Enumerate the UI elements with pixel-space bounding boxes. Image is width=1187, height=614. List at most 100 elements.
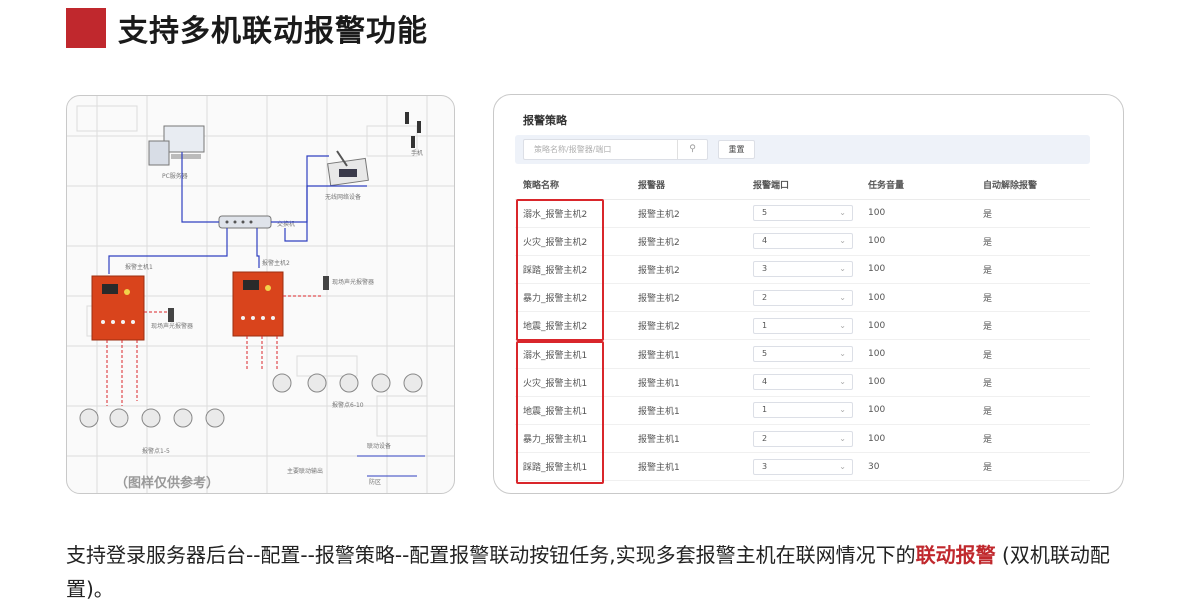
chevron-down-icon: ⌄ (839, 208, 846, 218)
page-title: 支持多机联动报警功能 (118, 14, 428, 49)
port-value: 2 (762, 433, 768, 443)
cell-device: 报警主机2 (630, 227, 745, 256)
cell-device: 报警主机1 (630, 396, 745, 426)
alarm-points-1-5 (79, 408, 225, 428)
cell-volume: 100 (860, 283, 975, 313)
alarm-points-6-10 (272, 373, 423, 393)
pc-server-icon (148, 125, 205, 166)
port-select[interactable]: 3 ⌄ (753, 458, 853, 475)
cell-device: 报警主机2 (630, 255, 745, 285)
cell-port: 2 ⌄ (745, 283, 860, 313)
label-siren-2: 现场声光报警器 (332, 278, 374, 286)
topology-diagram: PC服务器 无线网络设备 手机 交换机 报警主机1 报警主机2 现场声光报警器 … (66, 95, 455, 494)
col-header-volume: 任务音量 (860, 171, 975, 200)
cell-port: 3 ⌄ (745, 452, 860, 482)
port-value: 4 (762, 236, 768, 246)
label-host-1: 报警主机1 (125, 263, 153, 271)
col-header-auto: 自动解除报警 (975, 171, 1090, 200)
label-linkage: 联动设备 (367, 442, 391, 450)
port-select[interactable]: 4 ⌄ (753, 233, 853, 250)
cell-device: 报警主机1 (630, 339, 745, 369)
siren-icon (168, 308, 174, 322)
cell-volume: 100 (860, 311, 975, 341)
port-value: 2 (762, 292, 768, 302)
port-select[interactable]: 2 ⌄ (753, 289, 853, 306)
search-icon[interactable]: ⚲ (677, 140, 707, 159)
cell-volume: 100 (860, 255, 975, 285)
cell-port: 5 ⌄ (745, 339, 860, 369)
cell-port: 1 ⌄ (745, 311, 860, 341)
port-select[interactable]: 1 ⌄ (753, 317, 853, 334)
cell-device: 报警主机1 (630, 368, 745, 397)
cell-device: 报警主机1 (630, 452, 745, 482)
cell-port: 3 ⌄ (745, 255, 860, 285)
chevron-down-icon: ⌄ (839, 349, 846, 359)
cell-auto-clear: 是 (975, 396, 1090, 426)
description: 支持登录服务器后台--配置--报警策略--配置报警联动按钮任务,实现多套报警主机… (66, 538, 1126, 606)
cell-auto-clear: 是 (975, 227, 1090, 256)
col-header-port: 报警端口 (745, 171, 860, 200)
label-wireless: 无线网络设备 (325, 193, 361, 201)
cell-auto-clear: 是 (975, 452, 1090, 482)
label-siren-1: 现场声光报警器 (151, 322, 193, 330)
port-value: 3 (762, 264, 768, 274)
alarm-strategy-panel: 报警策略 策略名称/报警器/端口 ⚲ 重置 策略名称 报警器 报警端口 任务音量… (493, 94, 1124, 494)
port-select[interactable]: 1 ⌄ (753, 402, 853, 419)
description-text: 支持登录服务器后台--配置--报警策略--配置报警联动按钮任务,实现多套报警主机… (66, 543, 916, 567)
label-points-6-10: 报警点6-10 (332, 401, 364, 409)
diagram-caption: （图样仅供参考） (115, 476, 220, 491)
chevron-down-icon: ⌄ (839, 264, 846, 274)
col-header-name: 策略名称 (515, 171, 630, 200)
port-value: 3 (762, 461, 768, 471)
cell-port: 4 ⌄ (745, 227, 860, 256)
search-placeholder: 策略名称/报警器/端口 (534, 145, 612, 154)
port-value: 1 (762, 320, 768, 330)
cell-device: 报警主机2 (630, 199, 745, 228)
chevron-down-icon: ⌄ (839, 236, 846, 246)
alarm-host-2-icon (232, 271, 284, 337)
cell-auto-clear: 是 (975, 283, 1090, 313)
port-select[interactable]: 3 ⌄ (753, 261, 853, 278)
cell-volume: 100 (860, 339, 975, 369)
cell-device: 报警主机2 (630, 283, 745, 313)
reset-button[interactable]: 重置 (718, 140, 755, 159)
label-points-1-5: 报警点1-5 (142, 447, 170, 455)
port-select[interactable]: 5 ⌄ (753, 346, 853, 363)
chevron-down-icon: ⌄ (839, 377, 846, 387)
label-output: 主要联动输出 (287, 467, 323, 475)
chevron-down-icon: ⌄ (839, 405, 846, 415)
cell-volume: 100 (860, 199, 975, 228)
host-2-highlight-box (516, 199, 604, 341)
alarm-host-1-icon (91, 275, 145, 341)
phone-icon (405, 112, 421, 148)
switch-icon (218, 215, 272, 229)
cell-port: 5 ⌄ (745, 199, 860, 228)
chevron-down-icon: ⌄ (839, 461, 846, 471)
cell-device: 报警主机1 (630, 424, 745, 454)
col-header-device: 报警器 (630, 171, 745, 200)
cell-auto-clear: 是 (975, 424, 1090, 454)
panel-title: 报警策略 (523, 114, 567, 127)
cell-port: 4 ⌄ (745, 368, 860, 397)
title-accent-block (66, 8, 106, 48)
search-bar: 策略名称/报警器/端口 ⚲ 重置 (515, 135, 1090, 164)
label-host-2: 报警主机2 (262, 259, 290, 267)
cell-volume: 100 (860, 424, 975, 454)
search-input[interactable]: 策略名称/报警器/端口 ⚲ (523, 139, 708, 160)
label-phone: 手机 (411, 149, 423, 157)
host-1-highlight-box (516, 341, 604, 484)
siren-icon (323, 276, 329, 290)
port-value: 5 (762, 208, 768, 218)
cell-volume: 100 (860, 227, 975, 256)
port-select[interactable]: 2 ⌄ (753, 430, 853, 447)
cell-auto-clear: 是 (975, 199, 1090, 228)
port-select[interactable]: 5 ⌄ (753, 205, 853, 222)
cell-device: 报警主机2 (630, 311, 745, 341)
cell-auto-clear: 是 (975, 311, 1090, 341)
port-select[interactable]: 4 ⌄ (753, 374, 853, 391)
cell-auto-clear: 是 (975, 255, 1090, 285)
cell-auto-clear: 是 (975, 368, 1090, 397)
chevron-down-icon: ⌄ (839, 292, 846, 302)
cell-port: 1 ⌄ (745, 396, 860, 426)
topology-svg: PC服务器 无线网络设备 手机 交换机 报警主机1 报警主机2 现场声光报警器 … (67, 96, 454, 493)
